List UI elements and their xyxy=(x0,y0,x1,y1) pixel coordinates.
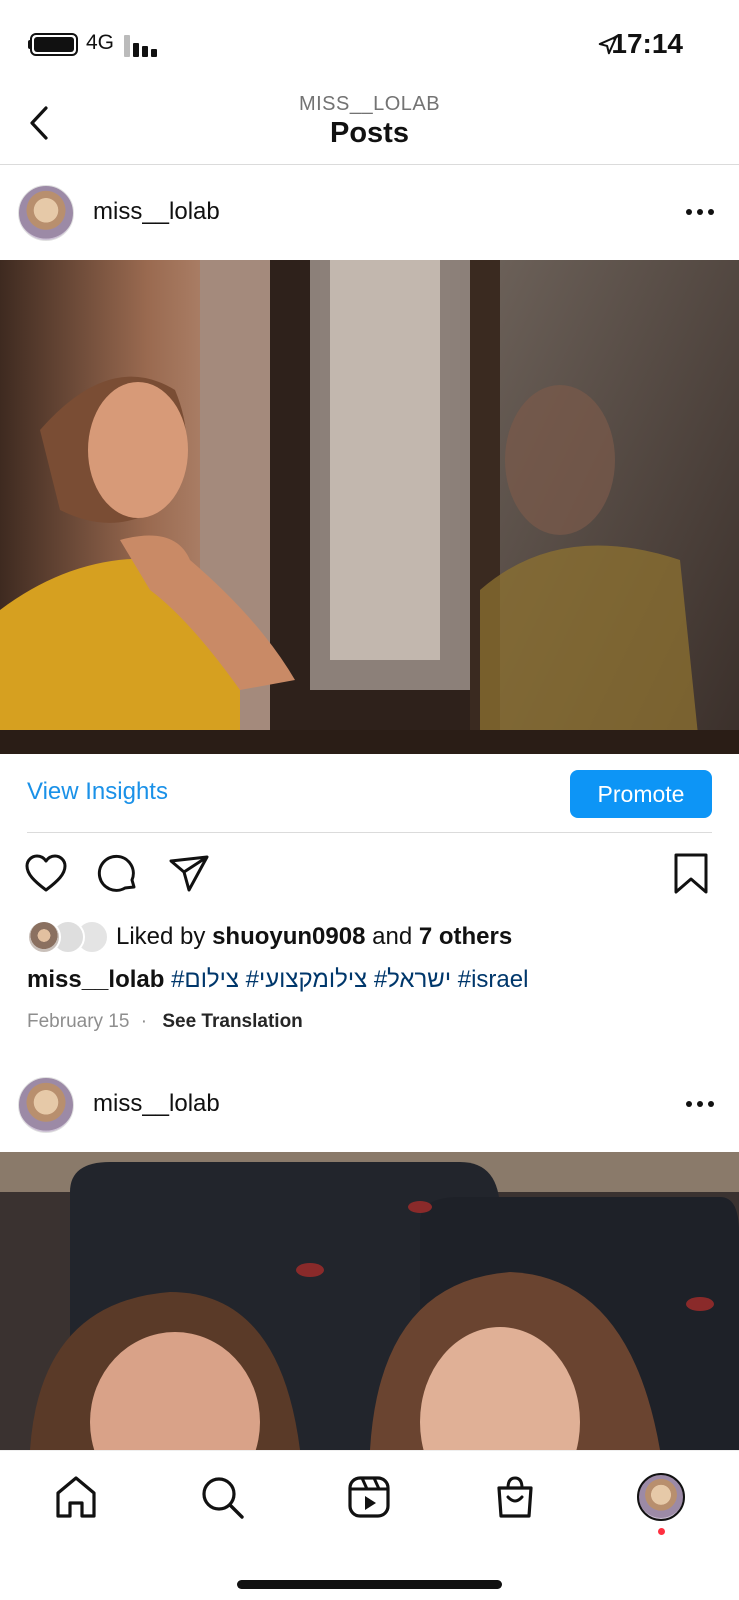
likes-text: Liked by shuoyun0908 and 7 others xyxy=(116,923,512,951)
likes-prefix: Liked by xyxy=(116,923,213,950)
likes-middle: and xyxy=(365,923,419,950)
send-icon[interactable] xyxy=(167,852,211,896)
avatar[interactable] xyxy=(18,185,74,241)
home-icon[interactable] xyxy=(52,1473,100,1521)
post-header: miss__lolab xyxy=(0,166,739,260)
reels-icon[interactable] xyxy=(345,1473,393,1521)
post-photo-illustration xyxy=(0,260,739,754)
battery-icon xyxy=(30,33,78,56)
caption-username[interactable]: miss__lolab xyxy=(27,966,164,993)
likes-others[interactable]: 7 others xyxy=(419,923,512,950)
account-name: MISS__LOLAB xyxy=(298,93,441,115)
post-date: February 15 xyxy=(27,1011,130,1032)
home-indicator xyxy=(237,1580,502,1589)
more-horizontal-icon[interactable] xyxy=(685,202,715,222)
network-type: 4G xyxy=(86,31,115,54)
post-meta: February 15 · See Translation xyxy=(27,1011,303,1033)
bookmark-icon[interactable] xyxy=(669,852,713,896)
post-header: miss__lolab xyxy=(0,1058,739,1152)
see-translation-link[interactable]: See Translation xyxy=(162,1011,302,1032)
search-icon[interactable] xyxy=(198,1473,246,1521)
promote-button[interactable]: Promote xyxy=(570,770,712,818)
comment-icon[interactable] xyxy=(96,852,140,896)
liker-avatar xyxy=(27,920,61,954)
heart-icon[interactable] xyxy=(24,852,68,896)
post-username[interactable]: miss__lolab xyxy=(93,1090,220,1118)
liked-by-user[interactable]: shuoyun0908 xyxy=(212,923,365,950)
bottom-tab-bar xyxy=(0,1450,739,1600)
more-horizontal-icon[interactable] xyxy=(685,1094,715,1114)
meta-separator: · xyxy=(140,1011,148,1032)
post-image[interactable] xyxy=(0,1152,739,1450)
likes-row[interactable]: Liked by shuoyun0908 and 7 others xyxy=(27,920,727,954)
post-actions xyxy=(0,852,739,902)
shop-icon[interactable] xyxy=(491,1473,539,1521)
divider xyxy=(27,832,712,833)
avatar[interactable] xyxy=(18,1077,74,1133)
clock: 17:14 xyxy=(611,28,683,59)
caption-hashtags[interactable]: #ישראל# צילומקצועי# צילום #israel xyxy=(164,966,528,993)
post-photo-illustration xyxy=(0,1152,739,1450)
post-caption: miss__lolab #ישראל# צילומקצועי# צילום #i… xyxy=(27,966,528,994)
insights-bar: View Insights Promote xyxy=(0,754,739,834)
post-image[interactable] xyxy=(0,260,739,754)
status-bar: 4G 17:14 xyxy=(0,0,739,90)
nav-header: MISS__LOLAB Posts xyxy=(0,90,739,165)
page-title: Posts xyxy=(330,117,409,149)
post-username[interactable]: miss__lolab xyxy=(93,198,220,226)
signal-icon xyxy=(124,33,160,57)
profile-avatar[interactable] xyxy=(637,1473,685,1521)
view-insights-link[interactable]: View Insights xyxy=(27,778,168,806)
notification-dot xyxy=(658,1528,665,1535)
